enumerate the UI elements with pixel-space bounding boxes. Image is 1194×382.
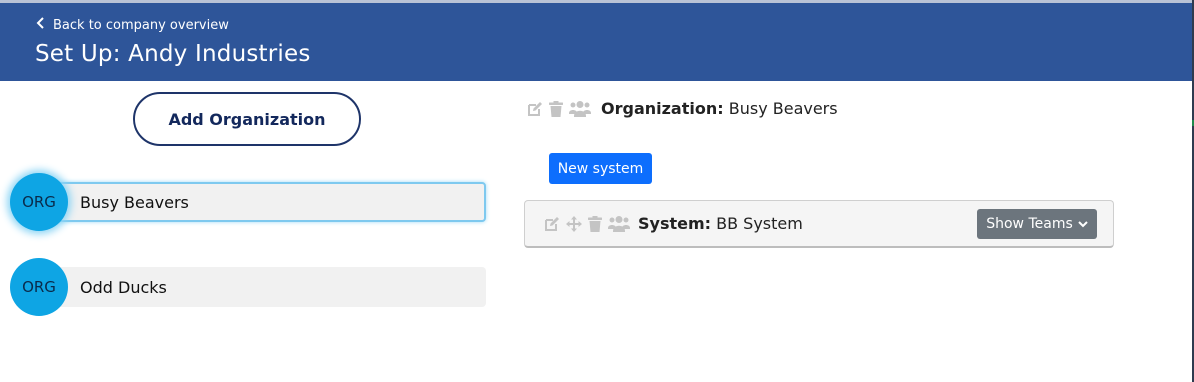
move-icon[interactable]	[566, 215, 582, 232]
organization-heading: Organization: Busy Beavers	[527, 99, 838, 118]
users-icon[interactable]	[608, 215, 630, 232]
trash-icon[interactable]	[588, 215, 602, 232]
edit-icon[interactable]	[527, 101, 543, 117]
org-name: Busy Beavers	[46, 182, 486, 222]
edit-icon[interactable]	[544, 216, 560, 232]
system-heading: System: BB System	[544, 214, 803, 233]
org-list-item-odd-ducks[interactable]: ORG Odd Ducks	[10, 257, 486, 317]
new-system-button[interactable]: New system	[549, 153, 652, 184]
show-teams-label: Show Teams	[986, 216, 1073, 232]
org-badge: ORG	[10, 173, 68, 231]
page-header: Back to company overview Set Up: Andy In…	[0, 0, 1192, 81]
chevron-left-icon	[36, 17, 45, 33]
organization-label: Organization:	[601, 99, 724, 118]
system-label: System:	[638, 214, 712, 233]
trash-icon[interactable]	[549, 100, 563, 117]
page-title: Set Up: Andy Industries	[35, 41, 311, 67]
show-teams-button[interactable]: Show Teams	[977, 209, 1097, 239]
organization-name: Busy Beavers	[728, 99, 838, 118]
org-list-item-busy-beavers[interactable]: ORG Busy Beavers	[10, 172, 486, 232]
back-to-company-link[interactable]: Back to company overview	[36, 17, 229, 33]
users-icon[interactable]	[569, 100, 591, 117]
system-card: System: BB System Show Teams	[524, 200, 1114, 248]
back-link-label: Back to company overview	[53, 17, 229, 33]
add-organization-button[interactable]: Add Organization	[133, 92, 361, 146]
org-name: Odd Ducks	[46, 267, 486, 307]
org-badge: ORG	[10, 258, 68, 316]
system-name: BB System	[716, 214, 803, 233]
chevron-down-icon	[1078, 216, 1088, 232]
